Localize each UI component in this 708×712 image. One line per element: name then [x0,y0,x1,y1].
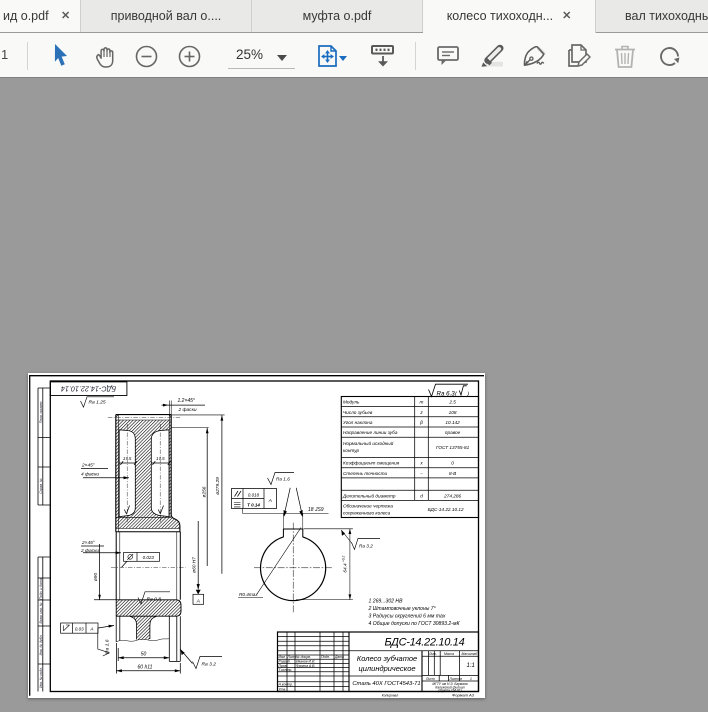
svg-text:БДС-14.22.10.14: БДС-14.22.10.14 [61,384,116,393]
svg-text:Число зубьев: Число зубьев [343,410,373,415]
svg-text:2×45°: 2×45° [81,540,95,546]
svg-text:ГОСТ 13755-81: ГОСТ 13755-81 [436,445,470,450]
svg-text:17.5: 17.5 [123,456,132,461]
svg-text:Делительный диаметр: Делительный диаметр [342,492,396,498]
svg-text:Обозначение чертежа: Обозначение чертежа [343,504,393,509]
svg-text:Подп. и дата: Подп. и дата [39,578,43,599]
svg-text:Направление линии зуба: Направление линии зуба [343,430,398,435]
svg-text:0.023: 0.023 [143,555,155,560]
svg-text:Инв. № подл.: Инв. № подл. [39,667,43,688]
svg-text:А: А [268,498,272,504]
svg-text:1: 1 [470,677,472,681]
svg-text:0: 0 [451,461,454,466]
svg-text:ø256: ø256 [202,486,208,497]
svg-text:Ra 3.2: Ra 3.2 [359,544,373,549]
svg-text:Ra 1.25: Ra 1.25 [89,400,106,406]
svg-text:18 JS9: 18 JS9 [308,507,324,513]
svg-text:А: А [196,598,200,604]
svg-text:x: x [419,461,423,466]
svg-text:Степень точности: Степень точности [343,471,388,476]
svg-text:А: А [89,627,93,632]
svg-text:Н.контр.: Н.контр. [279,683,293,687]
svg-text:1.2×45°: 1.2×45° [178,398,195,404]
svg-text:2.5: 2.5 [448,400,456,405]
svg-text:Ra 1.6: Ra 1.6 [105,639,111,654]
svg-text:Формат А3: Формат А3 [452,692,475,697]
svg-text:сопряженного колеса: сопряженного колеса [343,511,391,516]
svg-text:–: – [419,471,423,476]
svg-text:Инв. № дубл.: Инв. № дубл. [39,635,43,656]
svg-text:ø90: ø90 [93,573,99,582]
svg-text:Листов: Листов [449,677,463,681]
svg-text:β: β [419,420,423,425]
svg-text:2 фаски: 2 фаски [80,548,99,554]
svg-text:2 фаски: 2 фаски [178,407,197,413]
svg-text:50: 50 [141,651,147,657]
svg-text:8-B: 8-B [449,471,456,476]
svg-text:Ra 6.3: Ra 6.3 [437,390,456,397]
svg-text:Масштаб: Масштаб [462,652,478,656]
svg-text:ø279.29: ø279.29 [215,477,221,495]
svg-text:4 Общие допуски по ГОСТ 30893.: 4 Общие допуски по ГОСТ 30893.2-мК [369,621,461,627]
svg-text:Дата: Дата [334,655,344,659]
svg-text:Угол наклона: Угол наклона [343,420,373,425]
svg-text:17.5: 17.5 [156,456,165,461]
svg-text:Подп.: Подп. [321,655,330,659]
svg-text:правое: правое [445,430,461,435]
svg-text:Нормальный исходный: Нормальный исходный [343,440,394,446]
svg-text:): ) [466,392,469,398]
svg-text:2 Штамповочные уклоны 7°: 2 Штамповочные уклоны 7° [368,606,436,612]
svg-text:R0.4max: R0.4max [239,592,258,597]
svg-text:Лист: Лист [425,677,435,681]
svg-text:ø60 Н7: ø60 Н7 [192,557,198,573]
svg-text:Справ. №: Справ. № [39,478,43,494]
svg-text:Фролов А.В.: Фролов А.В. [296,664,315,668]
svg-text:БДС-14.22.10.12: БДС-14.22.10.12 [428,507,464,512]
svg-text:d: d [420,493,423,498]
svg-text:Колесо зубчатое: Колесо зубчатое [357,654,417,663]
svg-text:Масса: Масса [444,652,454,656]
svg-text:Взам. инв. №: Взам. инв. № [39,602,43,623]
svg-text:Лист: Лист [287,655,297,659]
svg-text:Ra 0.8: Ra 0.8 [147,597,162,603]
svg-text:БДС-14.22.10.14: БДС-14.22.10.14 [385,637,465,649]
svg-text:Лит.: Лит. [428,652,437,656]
svg-text:Копировал: Копировал [382,693,399,697]
svg-text:Перв. примен.: Перв. примен. [39,401,43,424]
svg-text:Коэффициент смещения: Коэффициент смещения [343,461,400,466]
svg-text:цилиндрическое: цилиндрическое [358,664,415,673]
svg-text:Ra 3.2: Ra 3.2 [202,662,217,668]
svg-text:Изм: Изм [279,655,286,659]
svg-text:Утв.: Утв. [279,687,287,691]
svg-text:3 Радиусы скруглений 6 мм max: 3 Радиусы скруглений 6 мм max [369,613,446,620]
svg-text:Т.контр.: Т.контр. [279,668,293,672]
svg-text:1 269...302 НВ: 1 269...302 НВ [369,599,404,605]
svg-text:контур: контур [343,448,360,453]
svg-text:10.142: 10.142 [445,420,460,425]
svg-text:2×45°: 2×45° [81,463,95,469]
svg-text:Т 0.14: Т 0.14 [247,502,260,507]
svg-text:+0.2: +0.2 [342,555,346,562]
svg-text:1:1: 1:1 [467,663,475,669]
svg-text:108: 108 [449,410,457,415]
svg-text:Сталь 40Х ГОСТ4543-71: Сталь 40Х ГОСТ4543-71 [352,681,420,687]
svg-text:64.4: 64.4 [343,563,348,573]
svg-text:4 фаски: 4 фаски [81,472,99,478]
svg-text:0.03: 0.03 [75,627,84,632]
svg-text:Модуль: Модуль [343,400,360,405]
svg-text:0.018: 0.018 [248,492,260,497]
svg-text:z: z [419,410,423,415]
svg-text:274.286: 274.286 [443,493,461,498]
svg-text:60 h11: 60 h11 [138,664,153,670]
svg-text:m: m [420,400,424,405]
svg-text:Ra 1.6: Ra 1.6 [276,476,290,481]
svg-text:№ докум.: № докум. [296,655,311,659]
